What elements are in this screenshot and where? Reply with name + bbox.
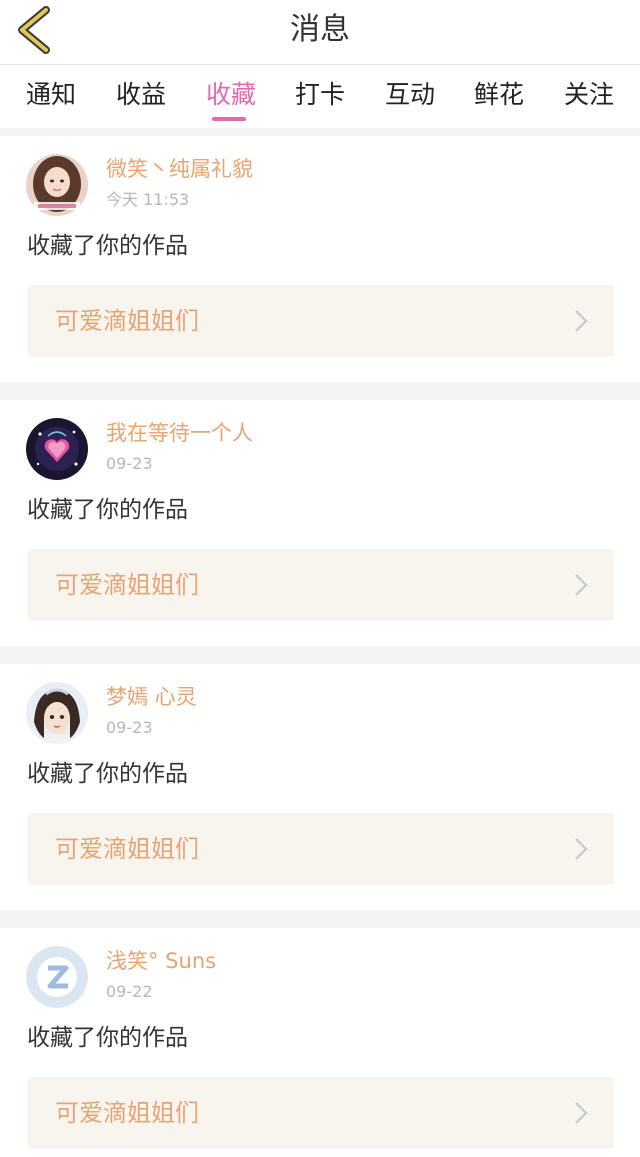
chevron-right-icon: [575, 574, 588, 596]
work-title: 可爱滴姐姐们: [55, 835, 199, 863]
message-card: 微笑丶纯属礼貌 今天 11:53 收藏了你的作品 可爱滴姐姐们: [0, 136, 640, 382]
timestamp: 09-23: [106, 718, 153, 737]
timestamp: 09-23: [106, 454, 153, 473]
username[interactable]: 微笑丶纯属礼貌: [106, 154, 253, 184]
username[interactable]: 浅笑° Suns: [106, 946, 216, 976]
chevron-right-icon: [575, 310, 588, 332]
work-link[interactable]: 可爱滴姐姐们: [27, 549, 614, 621]
girl-photo-avatar-icon[interactable]: [26, 154, 88, 216]
username[interactable]: 我在等待一个人: [106, 418, 253, 448]
tab-notifications[interactable]: 通知: [6, 75, 96, 115]
action-text: 收藏了你的作品: [27, 233, 188, 259]
tab-checkin[interactable]: 打卡: [275, 75, 365, 115]
action-text: 收藏了你的作品: [27, 761, 188, 787]
tab-earnings[interactable]: 收益: [96, 75, 186, 115]
tab-favorites[interactable]: 收藏: [186, 75, 276, 115]
message-card: 我在等待一个人 09-23 收藏了你的作品 可爱滴姐姐们: [0, 400, 640, 646]
tab-interactions[interactable]: 互动: [365, 75, 455, 115]
tab-flowers[interactable]: 鲜花: [454, 75, 544, 115]
chevron-right-icon: [575, 838, 588, 860]
work-link[interactable]: 可爱滴姐姐们: [27, 285, 614, 357]
work-link[interactable]: 可爱滴姐姐们: [27, 813, 614, 885]
message-card: 浅笑° Suns 09-22 收藏了你的作品 可爱滴姐姐们: [0, 928, 640, 1157]
work-title: 可爱滴姐姐们: [55, 571, 199, 599]
timestamp: 今天 11:53: [106, 190, 190, 209]
cartoon-girl-avatar-icon[interactable]: [26, 682, 88, 744]
work-title: 可爱滴姐姐们: [55, 1099, 199, 1127]
tab-follows[interactable]: 关注: [544, 75, 634, 115]
work-link[interactable]: 可爱滴姐姐们: [27, 1077, 614, 1149]
active-tab-indicator: [212, 117, 246, 121]
chevron-right-icon: [575, 1102, 588, 1124]
message-card: 梦嫣 心灵 09-23 收藏了你的作品 可爱滴姐姐们: [0, 664, 640, 910]
username[interactable]: 梦嫣 心灵: [106, 682, 197, 712]
action-text: 收藏了你的作品: [27, 1025, 188, 1051]
action-text: 收藏了你的作品: [27, 497, 188, 523]
page-title: 消息: [290, 12, 350, 47]
work-title: 可爱滴姐姐们: [55, 307, 199, 335]
tab-bar: 通知 收益 收藏 打卡 互动 鲜花 关注: [0, 65, 640, 128]
default-avatar-icon[interactable]: [26, 946, 88, 1008]
heart-pattern-avatar-icon[interactable]: [26, 418, 88, 480]
timestamp: 09-22: [106, 982, 153, 1001]
header-bar: 消息: [0, 0, 640, 65]
